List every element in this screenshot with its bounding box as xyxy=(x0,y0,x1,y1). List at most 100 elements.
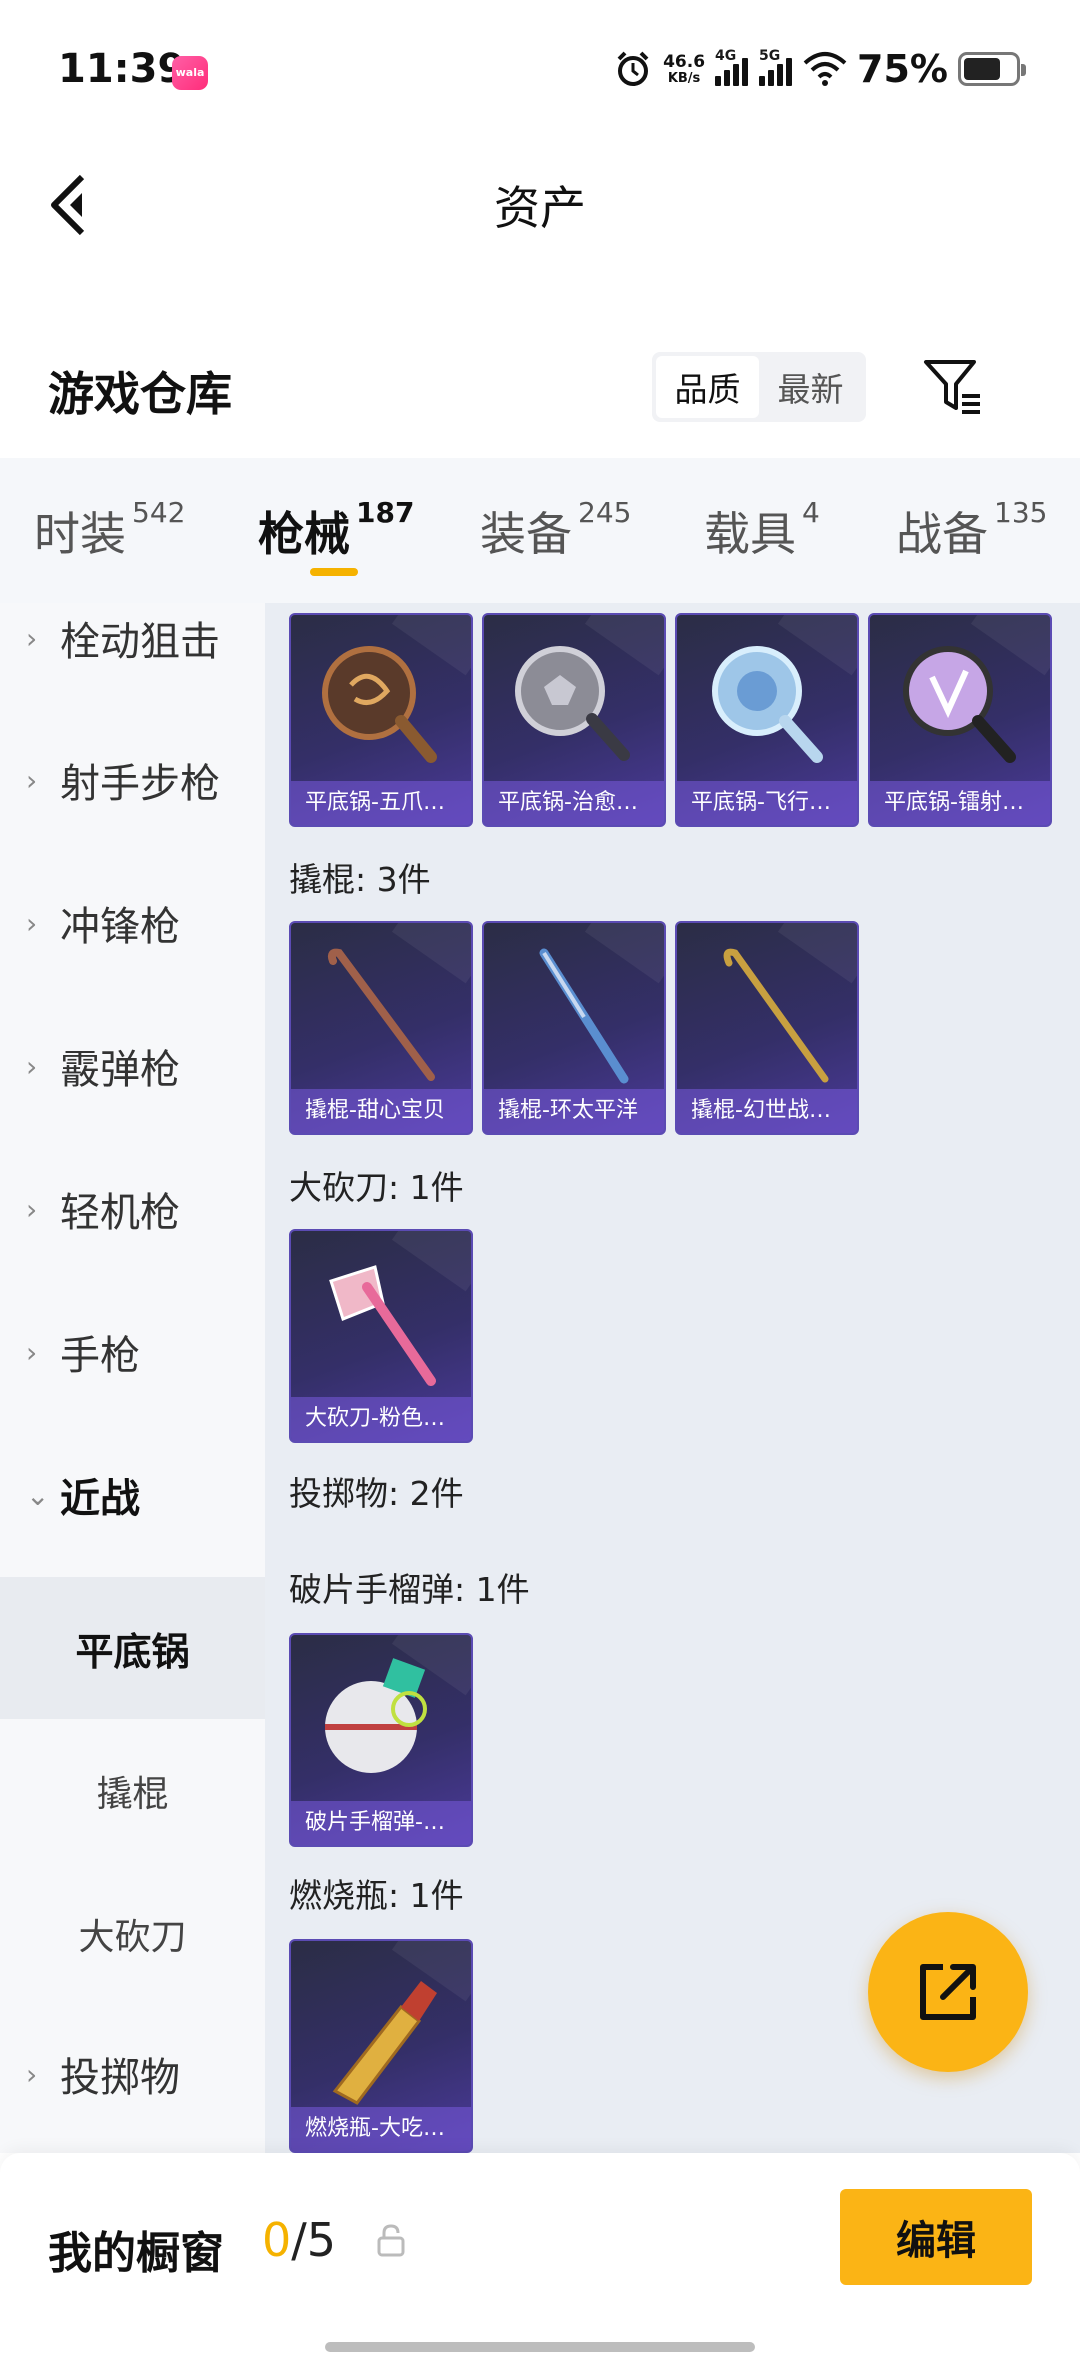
share-external-icon xyxy=(920,1964,976,2020)
molotov-icon xyxy=(332,1981,437,2105)
chevron-right-icon: › xyxy=(26,1335,38,1369)
chevron-right-icon: › xyxy=(26,1192,38,1226)
tab-equipment-label: 装备 xyxy=(480,507,572,561)
section-label-molotov: 燃烧瓶: 1件 xyxy=(289,1876,464,1915)
item-card[interactable]: 撬棍-幻世战… xyxy=(675,921,859,1135)
axe-icon xyxy=(329,1265,436,1386)
weapon-category-sidebar: › 栓动狙击 › 射手步枪 › 冲锋枪 › 霰弹枪 › 轻机枪 › 手枪 ⌄ 近战 平底锅 撬… xyxy=(0,603,265,2153)
tab-guns-label: 枪械 xyxy=(258,507,350,561)
active-tab-indicator xyxy=(310,568,358,576)
share-fab-button[interactable] xyxy=(868,1912,1028,2072)
wifi-icon xyxy=(803,51,847,87)
signal-5g-label: 5G xyxy=(759,48,781,64)
tab-equipment-count: 245 xyxy=(578,496,632,529)
app-notification-icon: wala xyxy=(172,56,208,90)
sidebar-item-label: 投掷物 xyxy=(60,2055,180,2101)
chevron-right-icon: › xyxy=(26,621,38,655)
tab-supplies-count: 135 xyxy=(994,496,1048,529)
chevron-right-icon: › xyxy=(26,1049,38,1083)
pan-icon xyxy=(322,646,437,763)
grenade-icon xyxy=(325,1658,427,1773)
item-card[interactable]: 平底锅-镭射… xyxy=(868,613,1052,827)
item-card[interactable]: 撬棍-甜心宝贝 xyxy=(289,921,473,1135)
tab-vehicles-label: 载具 xyxy=(704,507,796,561)
crowbar-icon xyxy=(327,948,435,1081)
tab-vehicles-count: 4 xyxy=(802,496,820,529)
tab-supplies-label: 战备 xyxy=(896,507,988,561)
sidebar-item-dmr[interactable]: › 射手步枪 xyxy=(0,709,265,851)
item-card[interactable]: 平底锅-五爪… xyxy=(289,613,473,827)
tab-vehicles[interactable]: 载具 4 xyxy=(704,496,820,564)
item-name: 大砍刀-粉色… xyxy=(291,1397,471,1441)
tab-supplies[interactable]: 战备 135 xyxy=(896,496,1048,564)
sidebar-item-smg[interactable]: › 冲锋枪 xyxy=(0,852,265,994)
item-name: 撬棍-甜心宝贝 xyxy=(291,1089,471,1133)
home-indicator[interactable] xyxy=(325,2342,755,2352)
sort-toggle: 品质 最新 xyxy=(652,352,866,422)
item-card[interactable]: 撬棍-环太平洋 xyxy=(482,921,666,1135)
showcase-current: 0 xyxy=(262,2213,292,2267)
sidebar-item-pistol[interactable]: › 手枪 xyxy=(0,1281,265,1423)
status-time: 11:39 xyxy=(58,46,186,92)
item-name: 撬棍-幻世战… xyxy=(677,1089,857,1133)
item-card[interactable]: 平底锅-治愈… xyxy=(482,613,666,827)
sidebar-item-label: 近战 xyxy=(60,1476,140,1522)
page-title: 资产 xyxy=(494,181,586,235)
lock-icon xyxy=(377,2224,405,2257)
item-card[interactable]: 燃烧瓶-大吃… xyxy=(289,1939,473,2153)
section-label-crowbar: 撬棍: 3件 xyxy=(289,860,431,899)
section-label-throwables: 投掷物: 2件 xyxy=(289,1474,464,1513)
tab-equipment[interactable]: 装备 245 xyxy=(480,496,632,564)
signal-5g-icon: 5G xyxy=(759,48,793,86)
sidebar-item-shotgun[interactable]: › 霰弹枪 xyxy=(0,995,265,1137)
item-card[interactable]: 平底锅-飞行… xyxy=(675,613,859,827)
item-name: 平底锅-飞行… xyxy=(677,781,857,825)
sidebar-item-bolt-sniper[interactable]: › 栓动狙击 xyxy=(0,567,265,709)
filter-button[interactable] xyxy=(918,352,988,422)
sidebar-item-label: 手枪 xyxy=(60,1333,140,1379)
item-card[interactable]: 破片手榴弹-… xyxy=(289,1633,473,1847)
item-name: 平底锅-五爪… xyxy=(291,781,471,825)
battery-percent: 75% xyxy=(857,47,948,91)
sidebar-item-melee[interactable]: ⌄ 近战 xyxy=(0,1424,265,1566)
network-speed-unit: KB/s xyxy=(667,70,701,86)
sidebar-item-label: 射手步枪 xyxy=(60,761,220,807)
chevron-right-icon: › xyxy=(26,763,38,797)
sidebar-item-label: 栓动狙击 xyxy=(60,619,220,665)
crowbar-icon xyxy=(539,948,629,1084)
pan-icon xyxy=(712,646,823,763)
edit-button[interactable]: 编辑 xyxy=(840,2189,1032,2285)
showcase-bar: 我的橱窗 0/5 编辑 xyxy=(0,2153,1080,2375)
item-name: 平底锅-镭射… xyxy=(870,781,1050,825)
tab-fashion[interactable]: 时装 542 xyxy=(34,496,185,564)
warehouse-title: 游戏仓库 xyxy=(48,367,232,421)
item-name: 破片手榴弹-… xyxy=(291,1801,471,1845)
sidebar-item-lmg[interactable]: › 轻机枪 xyxy=(0,1138,265,1280)
signal-4g-label: 4G xyxy=(715,48,737,64)
item-card[interactable]: 大砍刀-粉色… xyxy=(289,1229,473,1443)
pan-icon xyxy=(903,646,1016,763)
item-name: 撬棍-环太平洋 xyxy=(484,1089,664,1133)
tab-guns-count: 187 xyxy=(356,496,415,529)
battery-icon xyxy=(958,52,1026,86)
chevron-right-icon: › xyxy=(26,2057,38,2091)
tab-fashion-label: 时装 xyxy=(34,507,126,561)
chevron-right-icon: › xyxy=(26,906,38,940)
sort-latest-option[interactable]: 最新 xyxy=(759,356,862,418)
section-label-grenade: 破片手榴弹: 1件 xyxy=(289,1570,530,1609)
sidebar-item-throwables[interactable]: › 投掷物 xyxy=(0,2003,265,2145)
sidebar-item-label: 冲锋枪 xyxy=(60,904,180,950)
item-name: 燃烧瓶-大吃… xyxy=(291,2107,471,2151)
item-name: 平底锅-治愈… xyxy=(484,781,664,825)
network-speed-value: 46.6 xyxy=(663,51,706,72)
sidebar-subitem-pan[interactable]: 平底锅 xyxy=(0,1577,265,1719)
tab-guns[interactable]: 枪械 187 xyxy=(258,496,415,564)
section-label-machete: 大砍刀: 1件 xyxy=(289,1168,464,1207)
showcase-label: 我的橱窗 xyxy=(48,2228,224,2279)
status-icons: 46.6 KB/s 4G 5G 75% xyxy=(613,44,1026,94)
filter-icon xyxy=(924,360,980,414)
sort-quality-option[interactable]: 品质 xyxy=(656,356,759,418)
sidebar-subitem-machete[interactable]: 大砍刀 xyxy=(0,1863,265,2005)
signal-4g-icon: 4G xyxy=(715,48,749,86)
sidebar-subitem-crowbar[interactable]: 撬棍 xyxy=(0,1720,265,1862)
